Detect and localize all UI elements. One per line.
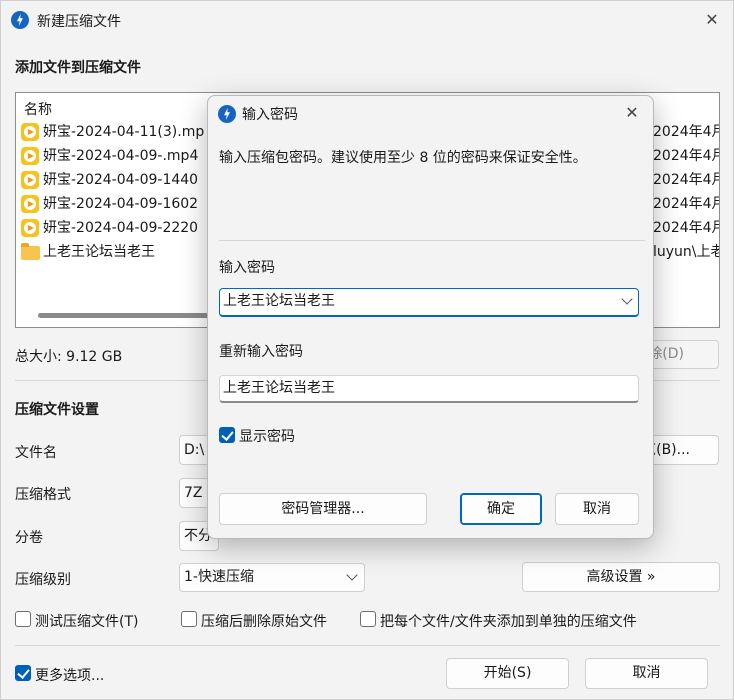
file-date: 2024年4月	[653, 148, 720, 164]
file-name: 妍宝-2024-04-09-1440	[43, 172, 199, 188]
start-button[interactable]: 开始(S)	[446, 658, 569, 689]
chevron-down-icon	[346, 569, 358, 581]
files-section-title: 添加文件到压缩文件	[15, 60, 141, 76]
level-select[interactable]: 1-快速压缩	[179, 563, 365, 592]
test-archive-label: 测试压缩文件(T)	[35, 614, 139, 630]
file-name: 妍宝-2024-04-09-.mp4	[43, 148, 199, 164]
file-name: 妍宝-2024-04-11(3).mp	[43, 124, 205, 140]
show-password-label: 显示密码	[239, 429, 295, 445]
file-date: 2024年4月	[653, 196, 720, 212]
ok-button[interactable]: 确定	[460, 493, 542, 525]
separate-archives-label: 把每个文件/文件夹添加到单独的压缩文件	[380, 614, 637, 630]
app-logo-icon	[11, 11, 29, 29]
more-options-label: 更多选项...	[35, 668, 105, 684]
window-close-icon[interactable]: ✕	[703, 11, 721, 29]
password-dialog: 输入密码 ✕ 输入压缩包密码。建议使用至少 8 位的密码来保证安全性。 输入密码…	[207, 95, 654, 539]
video-file-icon	[21, 123, 39, 141]
advanced-settings-button[interactable]: 高级设置 »	[522, 562, 720, 592]
test-archive-checkbox[interactable]	[15, 611, 31, 627]
more-options-checkbox[interactable]	[15, 665, 31, 681]
file-name: 妍宝-2024-04-09-1602	[43, 196, 199, 212]
file-date: 2024年4月	[653, 220, 720, 236]
divider	[219, 240, 645, 241]
total-size: 总大小: 9.12 GB	[15, 349, 123, 365]
dialog-hint: 输入压缩包密码。建议使用至少 8 位的密码来保证安全性。	[219, 150, 587, 166]
window-title: 新建压缩文件	[37, 14, 121, 30]
divider	[15, 645, 720, 646]
video-file-icon	[21, 171, 39, 189]
window-titlebar: 新建压缩文件 ✕	[1, 1, 733, 39]
file-name: 妍宝-2024-04-09-2220	[43, 220, 199, 236]
password-value: 上老王论坛当老王	[223, 293, 335, 309]
video-file-icon	[21, 219, 39, 237]
cancel-button[interactable]: 取消	[585, 658, 708, 689]
dialog-title: 输入密码	[242, 107, 298, 123]
video-file-icon	[21, 195, 39, 213]
filename-label: 文件名	[15, 445, 57, 461]
video-file-icon	[21, 147, 39, 165]
split-label: 分卷	[15, 530, 43, 546]
show-password-checkbox[interactable]	[219, 427, 235, 443]
format-label: 压缩格式	[15, 487, 71, 503]
file-path: luyun\上老	[653, 244, 720, 260]
file-date: 2024年4月	[653, 124, 720, 140]
delete-source-label: 压缩后删除原始文件	[201, 614, 327, 630]
dialog-close-icon[interactable]: ✕	[623, 104, 641, 122]
column-header-name[interactable]: 名称	[24, 99, 52, 119]
settings-section-title: 压缩文件设置	[15, 402, 99, 418]
confirm-password-input[interactable]: 上老王论坛当老王	[219, 375, 639, 403]
confirm-password-label: 重新输入密码	[219, 344, 303, 360]
delete-source-checkbox[interactable]	[181, 611, 197, 627]
dialog-cancel-button[interactable]: 取消	[555, 493, 639, 525]
password-input[interactable]: 上老王论坛当老王	[219, 288, 639, 317]
separate-archives-checkbox[interactable]	[360, 611, 376, 627]
password-label: 输入密码	[219, 260, 275, 276]
file-name: 上老王论坛当老王	[43, 244, 155, 260]
app-logo-icon	[218, 105, 236, 123]
chevron-down-icon[interactable]	[621, 293, 633, 305]
level-value: 1-快速压缩	[184, 569, 254, 585]
folder-icon	[21, 243, 40, 260]
level-label: 压缩级别	[15, 572, 71, 588]
file-date: 2024年4月	[653, 172, 720, 188]
password-manager-button[interactable]: 密码管理器...	[219, 493, 427, 525]
